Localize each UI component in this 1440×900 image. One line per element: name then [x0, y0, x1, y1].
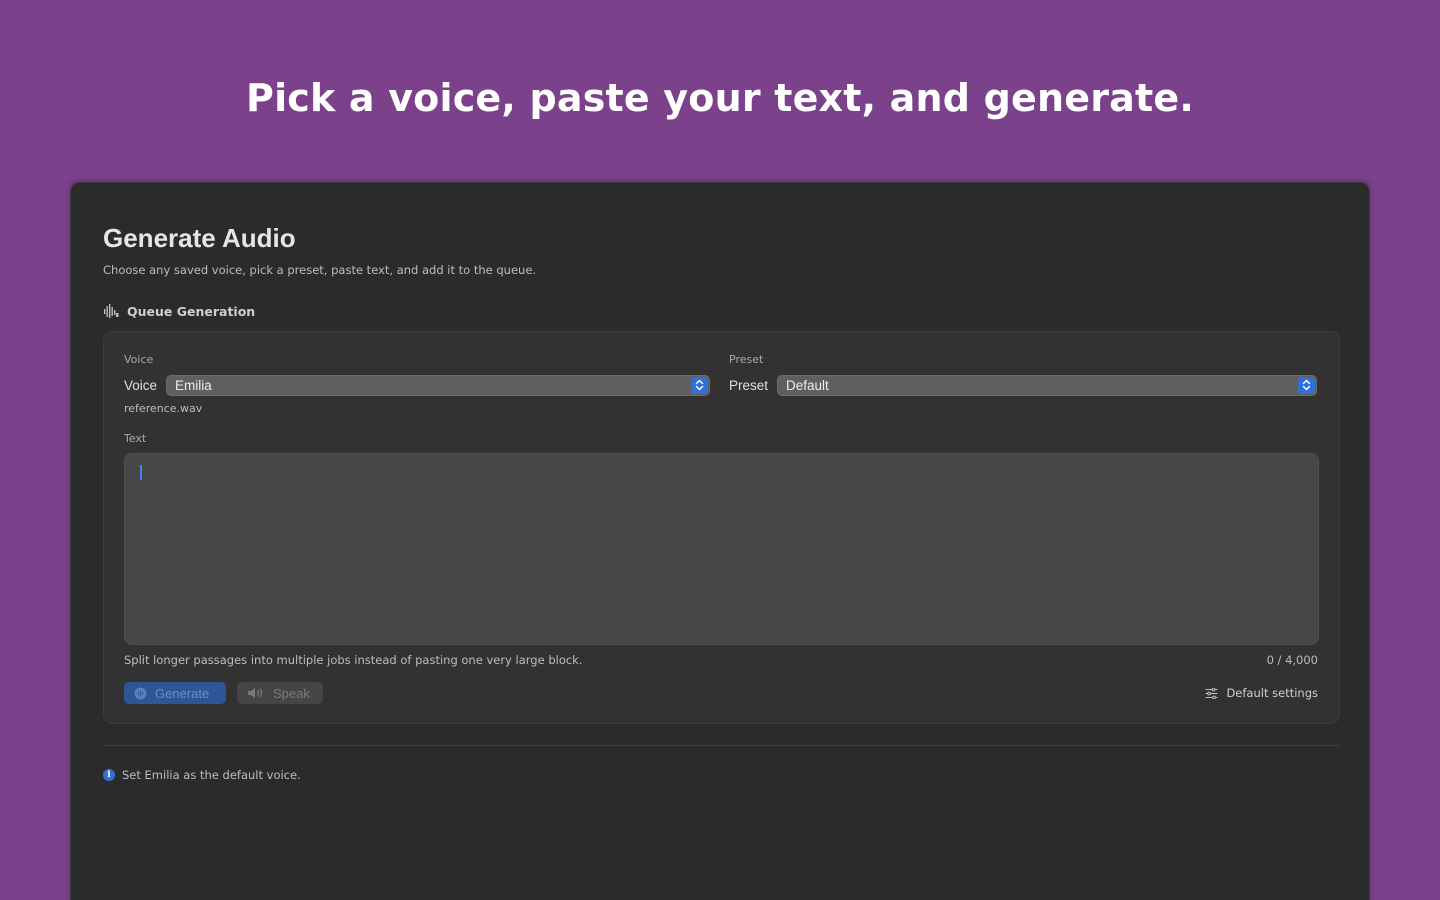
text-input[interactable] [124, 453, 1319, 645]
generate-icon [134, 687, 147, 699]
voice-row: Voice Emilia [124, 374, 711, 396]
voice-select-value: Emilia [175, 377, 212, 393]
preset-select-value: Default [786, 377, 829, 393]
page-subtitle: Choose any saved voice, pick a preset, p… [103, 263, 537, 277]
section-header: Queue Generation [103, 303, 255, 319]
preset-label: Preset [729, 377, 769, 393]
divider [103, 745, 1340, 746]
generate-label: Generate [155, 685, 210, 701]
headline: Pick a voice, paste your text, and gener… [246, 76, 1194, 120]
voice-reference-file: reference.wav [124, 402, 203, 415]
speaker-icon [248, 688, 263, 698]
status-message: i Set Emilia as the default voice. [103, 768, 301, 782]
generate-button[interactable]: Generate [124, 682, 226, 704]
waveform-icon [104, 304, 119, 318]
section-title: Queue Generation [127, 303, 256, 319]
text-hint: Split longer passages into multiple jobs… [124, 653, 583, 667]
status-text: Set Emilia as the default voice. [122, 768, 301, 782]
queue-generation-card: Voice Voice Emilia reference.wav Preset … [103, 331, 1340, 724]
text-caption: Text [124, 432, 147, 445]
voice-label: Voice [124, 377, 158, 393]
preset-row: Preset Default [729, 374, 1318, 396]
voice-select[interactable]: Emilia [166, 374, 711, 396]
page-title: Generate Audio [103, 223, 296, 253]
info-icon: i [103, 769, 115, 781]
chevron-updown-icon[interactable] [1298, 376, 1316, 394]
default-settings-button[interactable]: Default settings [1205, 686, 1318, 700]
speak-label: Speak [273, 685, 310, 701]
text-caret [140, 465, 142, 480]
character-counter: 0 / 4,000 [1266, 653, 1318, 667]
app-window: Generate Audio Choose any saved voice, p… [70, 182, 1370, 900]
chevron-updown-icon[interactable] [691, 376, 709, 394]
preset-select[interactable]: Default [777, 374, 1318, 396]
sliders-icon [1205, 687, 1218, 699]
speak-button[interactable]: Speak [237, 682, 323, 704]
default-settings-label: Default settings [1226, 686, 1318, 700]
preset-caption: Preset [729, 353, 764, 366]
voice-caption: Voice [124, 353, 154, 366]
